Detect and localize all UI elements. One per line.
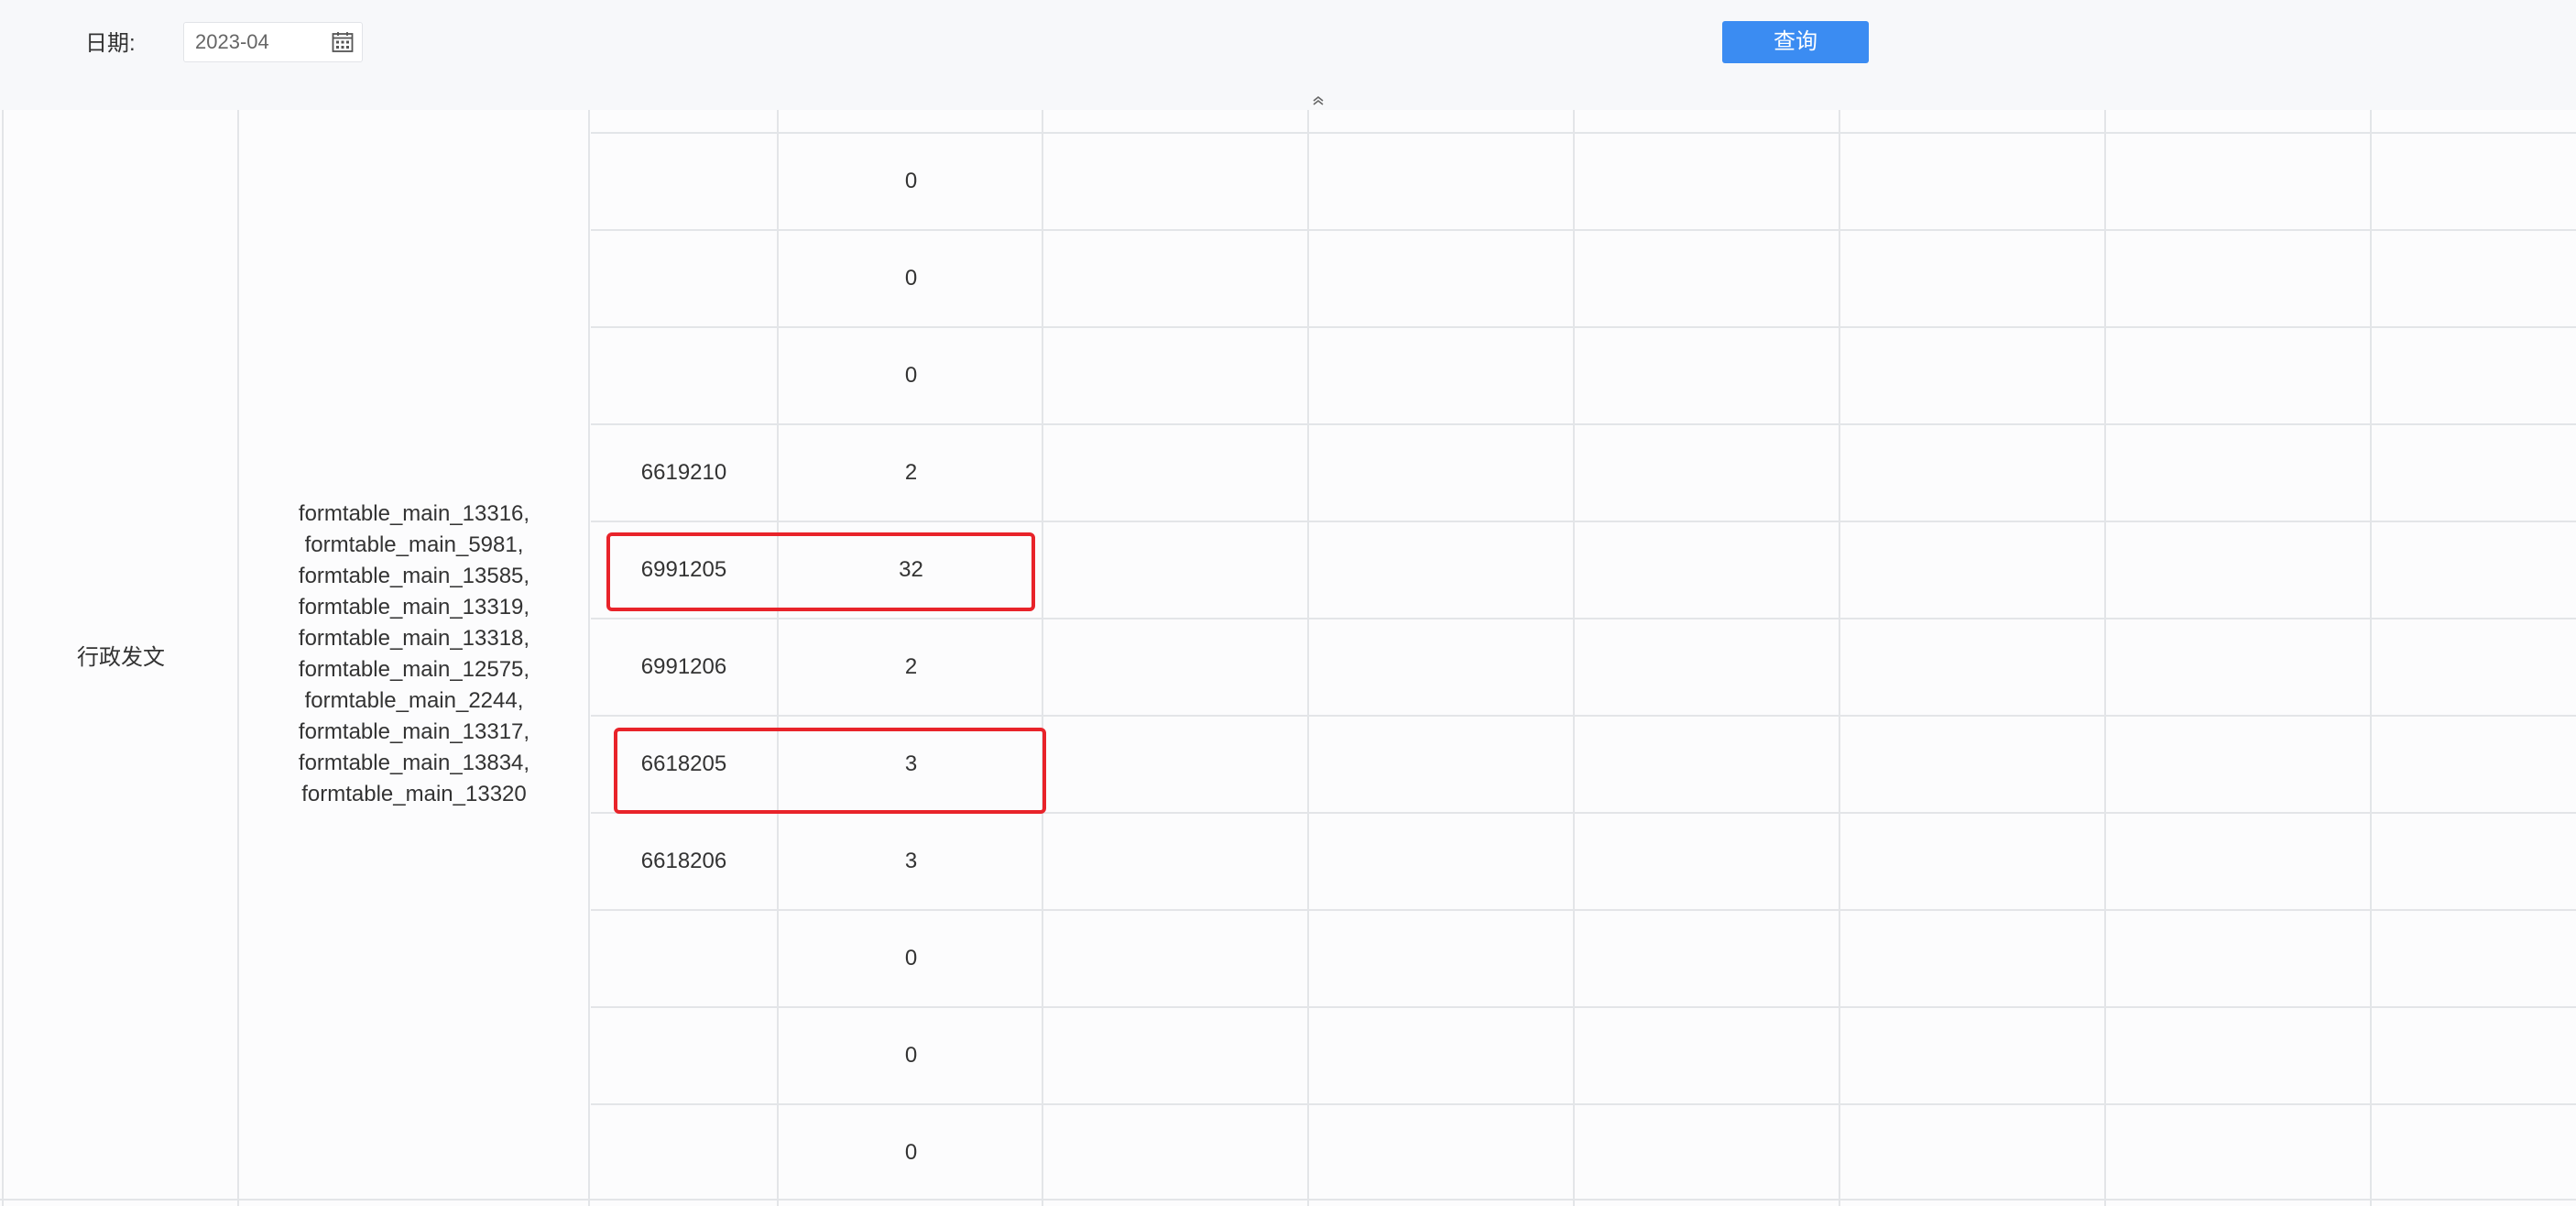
count-cell: 0 (904, 363, 918, 388)
count-cell: 2 (904, 654, 918, 679)
form-table-name: formtable_main_13318, (298, 626, 530, 651)
count-cell: 3 (904, 849, 918, 873)
query-bar: 日期: 查询 (0, 0, 2576, 110)
form-table-name: formtable_main_13834, (298, 751, 530, 775)
id-cell: 6618206 (640, 849, 727, 873)
row-divider (0, 1199, 2576, 1201)
form-table-name: formtable_main_13317, (298, 719, 530, 744)
column-divider (1307, 110, 1309, 1206)
form-tables-cell: formtable_main_13316, formtable_main_598… (240, 110, 588, 1199)
id-cell: 6991206 (640, 654, 727, 679)
group-name-cell: 行政发文 (77, 644, 165, 670)
form-table-name: formtable_main_5981, (304, 532, 524, 557)
date-input[interactable] (184, 23, 322, 61)
column-divider (2104, 110, 2106, 1206)
column-divider (1839, 110, 1840, 1206)
form-table-name: formtable_main_12575, (298, 657, 530, 682)
id-cell (591, 1105, 777, 1201)
count-cell: 0 (904, 169, 918, 193)
form-table-name: formtable_main_13316, (298, 501, 530, 526)
id-cell (591, 1008, 777, 1103)
double-chevron-up-icon[interactable] (1308, 93, 1328, 108)
column-divider (2370, 110, 2372, 1206)
count-cell: 0 (904, 266, 918, 291)
id-cell (591, 911, 777, 1006)
form-table-name: formtable_main_13585, (298, 564, 530, 588)
count-cell: 3 (904, 751, 918, 776)
form-table-name: formtable_main_13320 (301, 782, 527, 806)
column-divider (1573, 110, 1575, 1206)
date-picker[interactable] (183, 22, 363, 62)
count-cell: 0 (904, 946, 918, 970)
form-table-name: formtable_main_13319, (298, 595, 530, 619)
column-divider (588, 110, 590, 1206)
id-cell (591, 328, 777, 423)
count-cell: 2 (904, 460, 918, 485)
page: 日期: 查询 (0, 0, 2576, 1206)
count-cell: 0 (904, 1140, 918, 1165)
query-button[interactable]: 查询 (1722, 21, 1869, 63)
id-cell (591, 134, 777, 229)
count-cell: 0 (904, 1043, 918, 1068)
data-table: 行政发文 formtable_main_13316, formtable_mai… (0, 110, 2576, 1206)
count-cell: 32 (899, 557, 923, 582)
id-cell: 6991205 (640, 557, 727, 582)
calendar-icon[interactable] (331, 30, 355, 54)
id-cell (591, 231, 777, 326)
id-cell: 6619210 (640, 460, 727, 485)
id-cell: 6618205 (640, 751, 727, 776)
form-table-name: formtable_main_2244, (304, 688, 524, 713)
date-label: 日期: (85, 31, 136, 56)
